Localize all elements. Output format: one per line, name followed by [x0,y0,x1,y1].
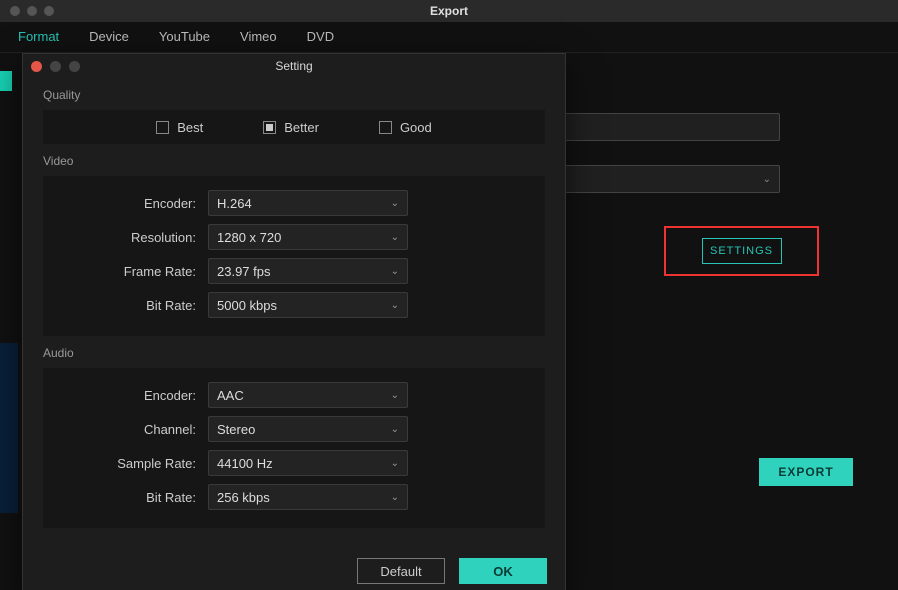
maximize-icon[interactable] [69,61,80,72]
video-framerate-select[interactable]: 23.97 fps ⌄ [208,258,408,284]
video-bitrate-select[interactable]: 5000 kbps ⌄ [208,292,408,318]
audio-samplerate-value: 44100 Hz [217,456,273,471]
tab-vimeo[interactable]: Vimeo [240,29,277,44]
chevron-down-icon: ⌄ [391,232,399,243]
close-icon[interactable] [31,61,42,72]
window-titlebar: Export [0,0,898,22]
quality-best-label: Best [177,120,203,135]
audio-encoder-label: Encoder: [43,388,208,403]
quality-best[interactable]: Best [156,120,203,135]
audio-panel: Encoder: AAC ⌄ Channel: Stereo ⌄ Sample … [43,368,545,528]
audio-label: Audio [23,336,565,368]
quality-label: Quality [23,78,565,110]
ok-button[interactable]: OK [459,558,547,584]
quality-better[interactable]: Better [263,120,319,135]
chevron-down-icon: ⌄ [391,424,399,435]
minimize-icon[interactable] [27,6,37,16]
chevron-down-icon: ⌄ [391,492,399,503]
dialog-titlebar: Setting [23,54,565,78]
left-thumbnail [0,343,18,513]
video-resolution-select[interactable]: 1280 x 720 ⌄ [208,224,408,250]
chevron-down-icon: ⌄ [391,266,399,277]
dialog-buttons: Default OK [357,558,547,584]
maximize-icon[interactable] [44,6,54,16]
settings-highlight: SETTINGS [664,226,819,276]
video-framerate-label: Frame Rate: [43,264,208,279]
chevron-down-icon: ⌄ [763,174,771,185]
export-content: ⌄ SETTINGS EXPORT Setting Quality Best [0,53,898,590]
export-button[interactable]: EXPORT [759,458,853,486]
audio-bitrate-label: Bit Rate: [43,490,208,505]
audio-channel-label: Channel: [43,422,208,437]
checkbox-icon [156,121,169,134]
dialog-controls [23,61,80,72]
quality-better-label: Better [284,120,319,135]
audio-encoder-select[interactable]: AAC ⌄ [208,382,408,408]
close-icon[interactable] [10,6,20,16]
video-resolution-value: 1280 x 720 [217,230,281,245]
chevron-down-icon: ⌄ [391,198,399,209]
export-window: Export Format Device YouTube Vimeo DVD ⌄… [0,0,898,590]
video-encoder-value: H.264 [217,196,252,211]
minimize-icon[interactable] [50,61,61,72]
tab-dvd[interactable]: DVD [307,29,334,44]
audio-bitrate-select[interactable]: 256 kbps ⌄ [208,484,408,510]
tab-format[interactable]: Format [18,29,59,44]
chevron-down-icon: ⌄ [391,300,399,311]
chevron-down-icon: ⌄ [391,458,399,469]
video-framerate-value: 23.97 fps [217,264,271,279]
settings-button[interactable]: SETTINGS [702,238,782,264]
audio-channel-select[interactable]: Stereo ⌄ [208,416,408,442]
chevron-down-icon: ⌄ [391,390,399,401]
default-button[interactable]: Default [357,558,445,584]
audio-encoder-value: AAC [217,388,244,403]
audio-bitrate-value: 256 kbps [217,490,270,505]
quality-row: Best Better Good [43,110,545,144]
setting-dialog: Setting Quality Best Better Good Video [22,53,566,590]
checkbox-icon [263,121,276,134]
audio-channel-value: Stereo [217,422,255,437]
video-resolution-label: Resolution: [43,230,208,245]
checkbox-icon [379,121,392,134]
video-encoder-select[interactable]: H.264 ⌄ [208,190,408,216]
audio-samplerate-select[interactable]: 44100 Hz ⌄ [208,450,408,476]
tab-youtube[interactable]: YouTube [159,29,210,44]
video-panel: Encoder: H.264 ⌄ Resolution: 1280 x 720 … [43,176,545,336]
quality-good[interactable]: Good [379,120,432,135]
tab-device[interactable]: Device [89,29,129,44]
video-bitrate-label: Bit Rate: [43,298,208,313]
window-controls [0,6,54,16]
export-tabs: Format Device YouTube Vimeo DVD [0,22,898,53]
video-label: Video [23,144,565,176]
window-title: Export [0,4,898,18]
audio-samplerate-label: Sample Rate: [43,456,208,471]
quality-good-label: Good [400,120,432,135]
video-encoder-label: Encoder: [43,196,208,211]
dialog-title: Setting [23,59,565,73]
left-accent [0,71,12,91]
video-bitrate-value: 5000 kbps [217,298,277,313]
